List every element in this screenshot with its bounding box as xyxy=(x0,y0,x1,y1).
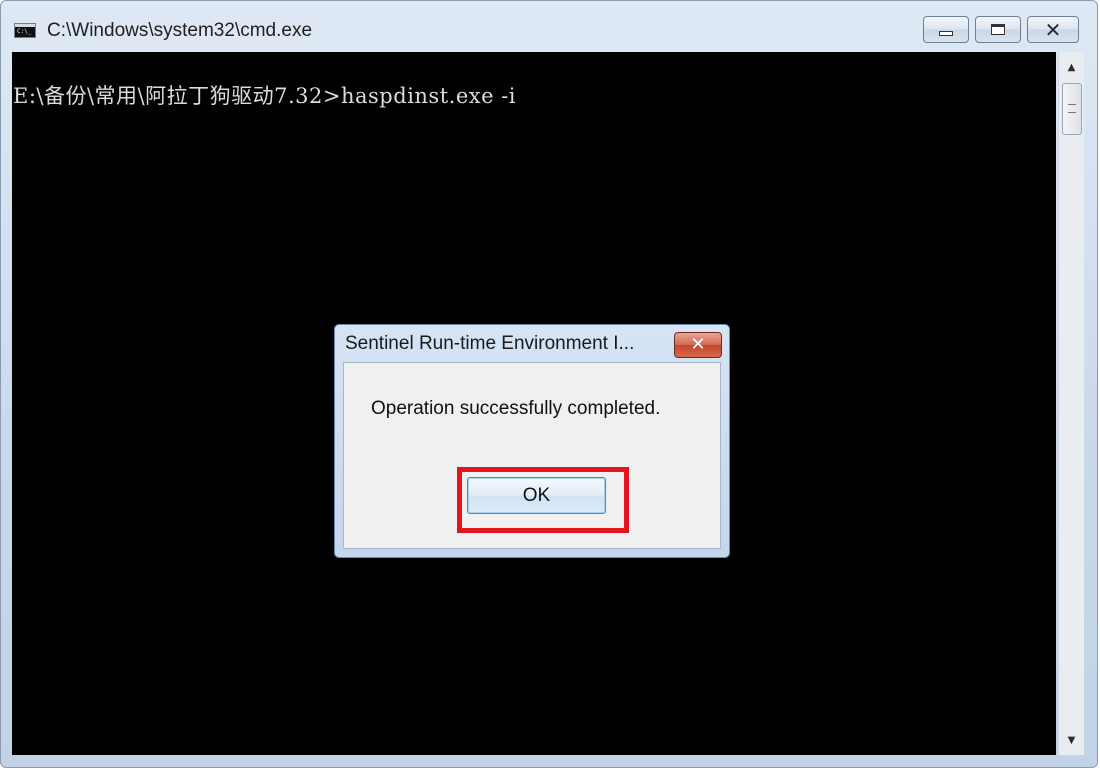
window-title: C:\Windows\system32\cmd.exe xyxy=(47,20,313,41)
dialog-title: Sentinel Run-time Environment I... xyxy=(345,333,635,354)
cmd-window: C:\Windows\system32\cmd.exe ✕ E:\备份\常用\阿… xyxy=(0,0,1098,768)
close-icon: ✕ xyxy=(690,334,706,355)
window-close-button[interactable]: ✕ xyxy=(1027,16,1079,43)
maximize-button[interactable] xyxy=(975,16,1021,43)
close-icon: ✕ xyxy=(1044,17,1062,42)
scroll-thumb[interactable] xyxy=(1062,83,1082,135)
minimize-button[interactable] xyxy=(923,16,969,43)
console-line: E:\备份\常用\阿拉丁狗驱动7.32>haspdinst.exe -i xyxy=(13,84,517,108)
scroll-up-arrow-icon[interactable]: ▲ xyxy=(1059,56,1084,80)
caption-buttons: ✕ xyxy=(923,16,1079,44)
message-dialog: Sentinel Run-time Environment I... ✕ Ope… xyxy=(334,324,730,558)
dialog-message: Operation successfully completed. xyxy=(371,398,661,419)
minimize-icon xyxy=(939,31,953,36)
vertical-scrollbar[interactable]: ▲ ▼ xyxy=(1058,52,1084,755)
restore-icon xyxy=(991,24,1005,35)
title-bar[interactable]: C:\Windows\system32\cmd.exe ✕ xyxy=(1,1,1097,51)
cmd-app-icon[interactable] xyxy=(14,23,36,38)
dialog-body: Operation successfully completed. OK xyxy=(343,362,721,549)
scroll-down-arrow-icon[interactable]: ▼ xyxy=(1059,729,1084,753)
dialog-close-button[interactable]: ✕ xyxy=(674,332,722,358)
ok-button[interactable]: OK xyxy=(467,477,606,514)
